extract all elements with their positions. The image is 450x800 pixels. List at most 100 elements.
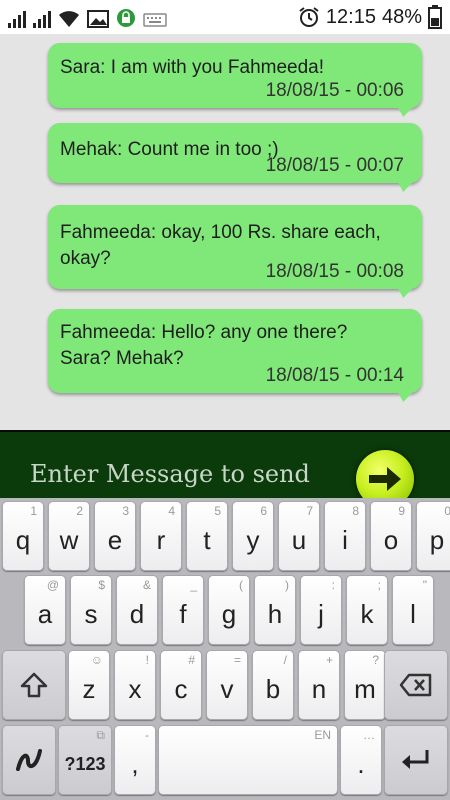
key-w[interactable]: 2w: [48, 501, 90, 571]
key-n[interactable]: + n: [298, 650, 340, 720]
key-label: y: [246, 524, 260, 555]
key-hint-label: 1: [30, 504, 37, 518]
on-screen-keyboard: 1 q 2 w 3 e 4 r 5 t 6 y 7 u 8 i 9 o 0 p @ a $ s & d _ f(g) h: j; k " l ☺ z…: [0, 498, 450, 800]
key-o[interactable]: 9o: [370, 501, 412, 571]
shift-key[interactable]: [2, 650, 66, 720]
status-time: 12:15: [325, 5, 376, 28]
keyboard-notification-icon: [143, 13, 167, 27]
key-h[interactable]: ) h: [254, 575, 296, 645]
key-label: d: [129, 598, 145, 629]
key-hint-label: 6: [260, 504, 267, 518]
key-t[interactable]: 5t: [186, 501, 228, 571]
enter-key[interactable]: [384, 725, 448, 795]
key-hint-label: @: [46, 578, 59, 592]
alarm-clock-icon: [299, 7, 319, 27]
key-hint-label: 7: [306, 504, 313, 518]
key-comma[interactable]: -,: [114, 725, 156, 795]
message-input[interactable]: Enter Message to send: [30, 460, 310, 488]
key-m[interactable]: ? m: [344, 650, 386, 720]
space-key[interactable]: EN: [158, 725, 338, 795]
arrow-right-icon: [369, 467, 401, 491]
key-hint-label: 4: [168, 504, 175, 518]
key-i[interactable]: 8i: [324, 501, 366, 571]
key-hint-label: &: [142, 578, 151, 592]
chat-area[interactable]: Sara: I am with you Fahmeeda! 18/08/15 -…: [0, 34, 450, 430]
key-l[interactable]: " l: [392, 575, 434, 645]
key-hint-label: ☺: [90, 653, 103, 667]
key-label: s: [84, 598, 98, 629]
key-d[interactable]: & d: [116, 575, 158, 645]
key-label: u: [291, 524, 307, 555]
key-s[interactable]: $ s: [70, 575, 112, 645]
key-hint-label: 9: [398, 504, 405, 518]
image-notification-icon: [87, 10, 109, 28]
key-g[interactable]: (g: [208, 575, 250, 645]
message-timestamp: 18/08/15 - 00:08: [265, 261, 404, 282]
key-label: f: [179, 598, 187, 629]
key-hint-label: ): [285, 578, 289, 592]
message-composer: Enter Message to send: [0, 430, 450, 508]
key-hint-label: ;: [377, 578, 381, 592]
key-c[interactable]: # c: [160, 650, 202, 720]
key-label: ,: [131, 748, 139, 779]
key-hint-label: _: [190, 578, 197, 592]
key-y[interactable]: 6y: [232, 501, 274, 571]
key-label: m: [354, 673, 376, 704]
status-icons-right: 12:15 48%: [298, 5, 442, 29]
wifi-icon: [59, 11, 79, 27]
key-label: p: [429, 524, 445, 555]
message-text: Sara: I am with you Fahmeeda!: [60, 57, 325, 78]
message-bubble: Mehak: Count me in too ;) 18/08/15 - 00:…: [48, 123, 422, 183]
key-hint-label: +: [325, 653, 333, 667]
key-r[interactable]: 4r: [140, 501, 182, 571]
swype-key[interactable]: [2, 725, 56, 795]
key-hint-label: EN: [314, 728, 331, 742]
key-u[interactable]: 7u: [278, 501, 320, 571]
signal-strength-icon: [8, 10, 26, 28]
key-k[interactable]: ; k: [346, 575, 388, 645]
swype-icon: [16, 749, 42, 771]
key-hint-label: /: [283, 653, 287, 667]
shift-icon: [20, 672, 48, 698]
key-label: g: [221, 598, 237, 629]
key-hint-label: -: [145, 728, 149, 742]
status-bar: 12:15 48%: [0, 0, 450, 34]
key-e[interactable]: 3e: [94, 501, 136, 571]
symbols-key[interactable]: ⧉ ?123: [58, 725, 112, 795]
key-label: .: [357, 748, 365, 779]
key-p[interactable]: 0p: [416, 501, 450, 571]
key-hint-label: …: [363, 728, 375, 742]
key-label: x: [128, 673, 142, 704]
key-label: t: [203, 524, 211, 555]
key-v[interactable]: = v: [206, 650, 248, 720]
key-hint-label: 3: [122, 504, 129, 518]
key-b[interactable]: / b: [252, 650, 294, 720]
key-f[interactable]: _ f: [162, 575, 204, 645]
key-a[interactable]: @ a: [24, 575, 66, 645]
key-label: i: [342, 524, 348, 555]
key-hint-label: (: [239, 578, 243, 592]
key-hint-label: :: [331, 578, 335, 592]
key-z[interactable]: ☺ z: [68, 650, 110, 720]
key-j[interactable]: :j: [300, 575, 342, 645]
key-label: e: [107, 524, 123, 555]
key-label: b: [265, 673, 281, 704]
message-bubble: Sara: I am with you Fahmeeda! 18/08/15 -…: [48, 43, 422, 108]
clipboard-icon: ⧉: [96, 728, 105, 742]
key-hint-label: 5: [214, 504, 221, 518]
key-q[interactable]: 1q: [2, 501, 44, 571]
message-timestamp: 18/08/15 - 00:07: [265, 155, 404, 176]
key-hint-label: 0: [444, 504, 450, 518]
key-period[interactable]: ….: [340, 725, 382, 795]
key-hint-label: ": [422, 578, 427, 592]
backspace-key[interactable]: [384, 650, 448, 720]
key-label: ?123: [64, 753, 106, 774]
key-x[interactable]: ! x: [114, 650, 156, 720]
enter-icon: [402, 750, 429, 769]
key-label: l: [410, 598, 416, 629]
key-hint-label: 8: [352, 504, 359, 518]
message-bubble: Fahmeeda: okay, 100 Rs. share each, okay…: [48, 205, 422, 289]
key-hint-label: ?: [372, 653, 379, 667]
key-label: w: [59, 524, 79, 555]
key-label: c: [174, 673, 188, 704]
